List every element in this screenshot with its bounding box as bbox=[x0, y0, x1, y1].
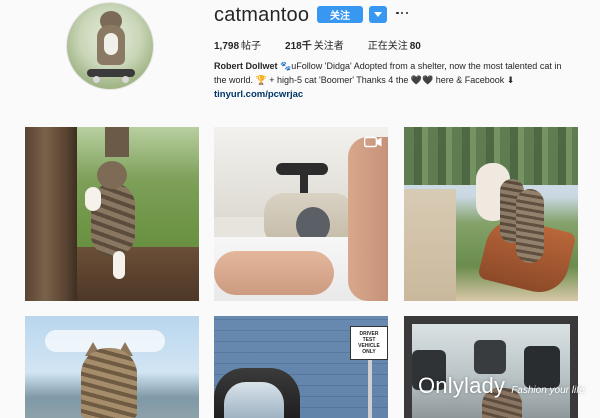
photo-tabby-cat bbox=[83, 161, 143, 281]
photo-hand bbox=[214, 251, 334, 295]
following-label: 正在关注 bbox=[367, 41, 408, 52]
photo-cat bbox=[516, 189, 544, 263]
follow-button[interactable]: 关注 bbox=[317, 6, 363, 23]
followers-count: 218千 bbox=[285, 41, 312, 52]
profile-header: catmantoo 关注 1,798 帖子 218千 关注者 正在关注 80 R… bbox=[0, 0, 600, 118]
more-options-icon[interactable] bbox=[396, 6, 408, 20]
followers-label: 关注者 bbox=[313, 41, 344, 52]
profile-avatar[interactable] bbox=[66, 2, 154, 90]
post-thumbnail[interactable] bbox=[25, 127, 199, 301]
posts-count: 1,798 bbox=[214, 41, 240, 52]
following-stat[interactable]: 正在关注 80 bbox=[368, 37, 421, 52]
profile-bio: Robert Dollwet 🐾uFollow 'Didga' Adopted … bbox=[214, 59, 584, 87]
photo-cat bbox=[81, 348, 137, 418]
post-thumbnail[interactable] bbox=[404, 316, 578, 418]
avatar-wheel bbox=[122, 76, 129, 83]
posts-stat: 1,798 帖子 bbox=[214, 37, 261, 52]
post-thumbnail[interactable] bbox=[214, 127, 388, 301]
followers-stat[interactable]: 218千 关注者 bbox=[285, 37, 344, 52]
photo-tree-trunk bbox=[25, 127, 77, 301]
post-thumbnail[interactable]: DRIVER TEST VEHICLE ONLY bbox=[214, 316, 388, 418]
photo-chair bbox=[474, 340, 506, 374]
watermark-brand: Onlylady bbox=[418, 373, 506, 398]
photo-windshield bbox=[224, 382, 284, 418]
bio-line-1: Robert Dollwet 🐾uFollow 'Didga' Adopted … bbox=[214, 59, 584, 73]
caret-down-icon bbox=[374, 12, 382, 17]
photo-arm bbox=[348, 137, 388, 301]
avatar-cat-chest bbox=[104, 33, 118, 55]
video-camera-icon bbox=[364, 136, 382, 148]
photo-sign: DRIVER TEST VEHICLE ONLY bbox=[350, 326, 388, 360]
posts-label: 帖子 bbox=[241, 41, 262, 52]
post-thumbnail[interactable] bbox=[404, 127, 578, 301]
bio-name: Robert Dollwet bbox=[214, 61, 278, 71]
profile-username: catmantoo bbox=[214, 4, 310, 26]
profile-stats: 1,798 帖子 218千 关注者 正在关注 80 bbox=[214, 37, 421, 52]
bio-text-1: 🐾uFollow 'Didga' Adopted from a shelter,… bbox=[280, 61, 562, 71]
photo-background-tree bbox=[105, 127, 129, 157]
suggestions-dropdown-button[interactable] bbox=[369, 6, 387, 23]
bio-text-2: the world. 🏆 + high-5 cat 'Boomer' Thank… bbox=[214, 75, 515, 85]
sign-text-line: ONLY bbox=[362, 349, 376, 355]
following-count: 80 bbox=[409, 41, 421, 52]
post-thumbnail[interactable] bbox=[25, 316, 199, 418]
bio-link[interactable]: tinyurl.com/pcwrjac bbox=[214, 89, 303, 100]
photo-path bbox=[404, 189, 456, 301]
watermark-tagline: Fashion your life bbox=[511, 385, 585, 396]
avatar-wheel bbox=[93, 76, 100, 83]
site-watermark: Onlylady Fashion your life bbox=[418, 373, 585, 399]
photo-sign-pole bbox=[368, 356, 372, 418]
